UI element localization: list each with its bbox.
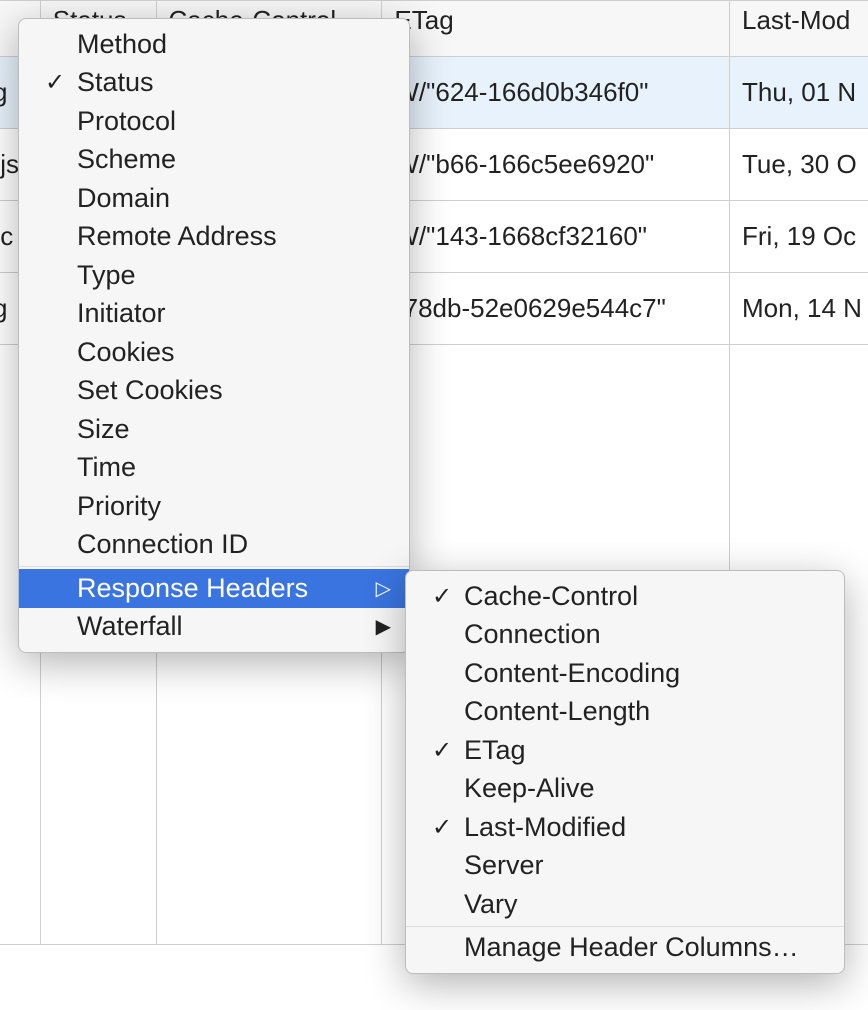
menu-item-scheme[interactable]: Scheme — [19, 141, 409, 180]
submenu-item-connection[interactable]: Connection — [406, 616, 844, 655]
check-icon: ✓ — [432, 813, 452, 842]
submenu-item-keep-alive[interactable]: Keep-Alive — [406, 770, 844, 809]
submenu-arrow-icon: ▷ — [376, 576, 391, 601]
submenu-item-last-modified[interactable]: ✓ Last-Modified — [406, 808, 844, 847]
menu-item-label: Size — [77, 414, 130, 445]
menu-item-priority[interactable]: Priority — [19, 487, 409, 526]
menu-item-label: Vary — [464, 889, 518, 920]
menu-item-label: Response Headers — [77, 573, 308, 604]
menu-item-label: Last-Modified — [464, 812, 626, 843]
menu-item-label: Waterfall — [77, 611, 183, 642]
menu-separator — [19, 566, 409, 567]
check-icon: ✓ — [45, 68, 65, 97]
menu-item-label: Content-Length — [464, 696, 650, 727]
menu-item-label: Cache-Control — [464, 581, 638, 612]
menu-item-response-headers[interactable]: Response Headers ▷ — [19, 569, 409, 608]
menu-item-initiator[interactable]: Initiator — [19, 295, 409, 334]
menu-item-method[interactable]: Method — [19, 25, 409, 64]
menu-item-label: Status — [77, 67, 154, 98]
manage-header-columns[interactable]: Manage Header Columns… — [406, 929, 844, 968]
submenu-item-etag[interactable]: ✓ ETag — [406, 731, 844, 770]
menu-item-label: Content-Encoding — [464, 658, 680, 689]
cell-etag: W/"b66-166c5ee6920" — [382, 129, 730, 201]
cell-lastmod: Tue, 30 O — [730, 129, 868, 201]
column-context-menu: Method ✓ Status Protocol Scheme Domain Remote … — [18, 18, 410, 653]
menu-item-label: Server — [464, 850, 544, 881]
menu-item-status[interactable]: ✓ Status — [19, 64, 409, 103]
menu-item-domain[interactable]: Domain — [19, 179, 409, 218]
menu-item-label: Initiator — [77, 298, 166, 329]
menu-item-label: Remote Address — [77, 221, 277, 252]
submenu-separator — [406, 926, 844, 927]
cell-lastmod: Mon, 14 N — [730, 273, 868, 345]
check-icon: ✓ — [432, 582, 452, 611]
col-etag[interactable]: ETag — [382, 1, 730, 57]
check-icon: ✓ — [432, 736, 452, 765]
menu-item-set-cookies[interactable]: Set Cookies — [19, 372, 409, 411]
cell-lastmod: Fri, 19 Oc — [730, 201, 868, 273]
cell-lastmod: Thu, 01 N — [730, 57, 868, 129]
submenu-arrow-icon: ▶ — [376, 614, 391, 639]
menu-item-label: Connection — [464, 619, 601, 650]
menu-item-label: Method — [77, 29, 167, 60]
menu-item-connection-id[interactable]: Connection ID — [19, 526, 409, 565]
menu-item-size[interactable]: Size — [19, 410, 409, 449]
menu-item-label: Cookies — [77, 337, 175, 368]
response-headers-submenu: ✓ Cache-Control Connection Content-Encoding… — [405, 570, 845, 974]
menu-item-protocol[interactable]: Protocol — [19, 102, 409, 141]
cell-etag: W/"143-1668cf32160" — [382, 201, 730, 273]
menu-item-label: Priority — [77, 491, 161, 522]
menu-item-type[interactable]: Type — [19, 256, 409, 295]
submenu-item-content-encoding[interactable]: Content-Encoding — [406, 654, 844, 693]
submenu-item-vary[interactable]: Vary — [406, 885, 844, 924]
menu-item-label: Keep-Alive — [464, 773, 595, 804]
menu-item-label: ETag — [464, 735, 526, 766]
menu-item-time[interactable]: Time — [19, 449, 409, 488]
submenu-item-cache-control[interactable]: ✓ Cache-Control — [406, 577, 844, 616]
col-lastmod[interactable]: Last-Mod — [730, 1, 868, 57]
menu-item-waterfall[interactable]: Waterfall ▶ — [19, 608, 409, 647]
submenu-item-content-length[interactable]: Content-Length — [406, 693, 844, 732]
menu-item-label: Time — [77, 452, 136, 483]
menu-item-label: Manage Header Columns… — [464, 932, 799, 963]
menu-item-label: Set Cookies — [77, 375, 223, 406]
menu-item-label: Scheme — [77, 144, 176, 175]
menu-item-label: Domain — [77, 183, 170, 214]
cell-etag: W/"624-166d0b346f0" — [382, 57, 730, 129]
menu-item-label: Type — [77, 260, 136, 291]
menu-item-remote-address[interactable]: Remote Address — [19, 218, 409, 257]
submenu-item-server[interactable]: Server — [406, 847, 844, 886]
menu-item-label: Connection ID — [77, 529, 248, 560]
menu-item-cookies[interactable]: Cookies — [19, 333, 409, 372]
cell-etag: "78db-52e0629e544c7" — [382, 273, 730, 345]
menu-item-label: Protocol — [77, 106, 176, 137]
